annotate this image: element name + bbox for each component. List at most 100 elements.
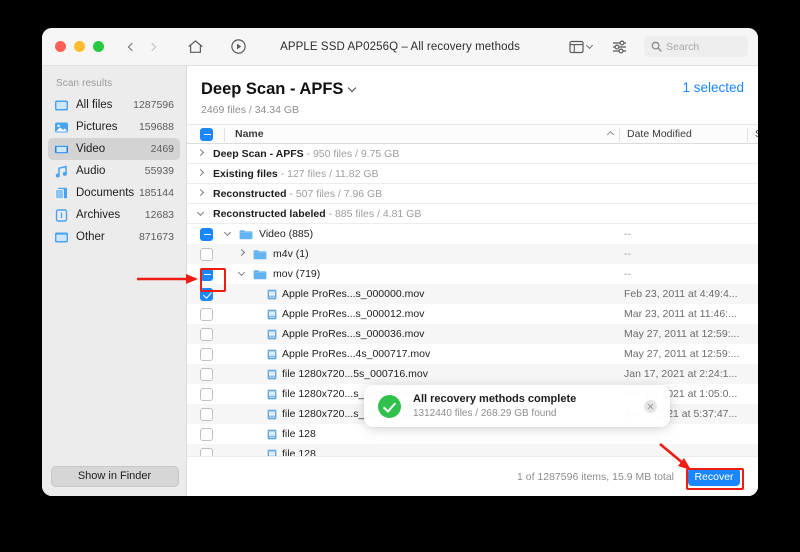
table-row[interactable]: Video (885)--4.81 GBFolder (187, 224, 758, 244)
row-name: file 1280x720...5s_000716.mov (282, 368, 428, 380)
row-checkbox[interactable] (200, 407, 213, 421)
close-window-button[interactable] (55, 41, 66, 52)
row-size: 4.81 GB (747, 228, 758, 240)
header-divider (224, 128, 225, 142)
table-row[interactable]: file 1280x720...5s_000716.mov Jan 17, 202… (187, 364, 758, 384)
folder-icon (253, 269, 267, 280)
notification-toast: All recovery methods complete 1312440 fi… (364, 385, 670, 427)
table-row[interactable]: mov (719)--860.3 MBFolder (187, 264, 758, 284)
pictures-icon (55, 122, 68, 132)
sort-indicator-icon (606, 128, 615, 140)
scan-title-row[interactable]: Deep Scan - APFS (201, 80, 758, 99)
disclosure-right-icon[interactable] (196, 188, 206, 198)
audio-icon (55, 165, 67, 177)
forward-button[interactable] (143, 37, 161, 57)
sidebar-item-count: 2469 (150, 143, 174, 155)
disclosure-right-icon[interactable] (196, 168, 206, 178)
table-row[interactable]: Apple ProRes...4s_000717.mov May 27, 2011… (187, 344, 758, 364)
column-header-name[interactable]: Name (235, 128, 264, 140)
row-checkbox[interactable] (200, 427, 213, 441)
row-date: Jan 17, 2021 at 2:24:1... (624, 368, 738, 380)
row-size: 38.8 MB (747, 348, 758, 360)
row-name: m4v (1) (273, 248, 309, 260)
row-size: 15.9 MB (747, 288, 758, 300)
sidebar-list: All files 1287596 Pictures 159688 Video 2469 A… (42, 94, 186, 248)
table-row[interactable]: m4v (1)--2.7 MBFolder (187, 244, 758, 264)
sliders-icon (613, 40, 626, 54)
row-checkbox-checked[interactable] (200, 287, 213, 301)
row-checkbox[interactable] (200, 367, 213, 381)
all-files-icon (55, 100, 68, 110)
search-box[interactable] (644, 36, 748, 57)
home-button[interactable] (187, 39, 204, 55)
row-date: -- (624, 248, 631, 260)
video-icon (55, 144, 68, 154)
file-icon (267, 349, 277, 360)
row-name: Apple ProRes...4s_000717.mov (282, 348, 431, 360)
row-checkbox-mixed[interactable] (200, 227, 213, 241)
search-input[interactable] (666, 40, 736, 53)
sidebar-item-label: Archives (76, 209, 121, 221)
sidebar-item-pictures[interactable]: Pictures 159688 (48, 116, 180, 138)
zoom-window-button[interactable] (93, 41, 104, 52)
folder-icon (239, 229, 253, 240)
column-header-date[interactable]: Date Modified (627, 128, 692, 140)
table-row[interactable]: Apple ProRes...s_000012.mov Mar 23, 2011 … (187, 304, 758, 324)
sidebar-item-label: All files (76, 99, 113, 111)
sidebar-item-documents[interactable]: Documents 185144 (48, 182, 180, 204)
filter-button[interactable] (611, 39, 628, 54)
page-title: Deep Scan - APFS (201, 80, 344, 98)
table-row[interactable]: file 1282.5 MBQuickTime movie (187, 424, 758, 444)
column-header-size[interactable]: Size (755, 128, 758, 140)
sidebar-item-archives[interactable]: Archives 12683 (48, 204, 180, 226)
row-checkbox[interactable] (200, 307, 213, 321)
table-row[interactable]: Apple ProRes...s_000036.mov May 27, 2011 … (187, 324, 758, 344)
traffic-lights (55, 41, 104, 52)
disclosure-down-icon[interactable] (237, 268, 247, 278)
selected-count-label[interactable]: 1 selected (682, 80, 744, 95)
sidebar-item-audio[interactable]: Audio 55939 (48, 160, 180, 182)
select-all-checkbox[interactable] (200, 127, 213, 141)
row-name: Apple ProRes...s_000000.mov (282, 288, 425, 300)
row-checkbox[interactable] (200, 387, 213, 401)
toast-title: All recovery methods complete (413, 393, 577, 405)
group-row[interactable]: Deep Scan - APFS - 950 files / 9.75 GB (187, 144, 758, 164)
disclosure-right-icon[interactable] (237, 248, 247, 258)
disclosure-down-icon[interactable] (223, 228, 233, 238)
row-checkbox[interactable] (200, 327, 213, 341)
sidebar-item-count: 12683 (144, 209, 174, 221)
movie-file-icon (267, 349, 277, 359)
play-button[interactable] (230, 38, 247, 55)
sidebar-item-other[interactable]: Other 871673 (48, 226, 180, 248)
sidebar-header: Scan results (56, 78, 113, 89)
minimize-window-button[interactable] (74, 41, 85, 52)
back-button[interactable] (123, 37, 141, 57)
row-name: Apple ProRes...s_000012.mov (282, 308, 425, 320)
file-icon (267, 329, 277, 340)
chevron-down-icon[interactable] (348, 83, 357, 92)
group-row[interactable]: Reconstructed - 507 files / 7.96 GB (187, 184, 758, 204)
view-options-button[interactable] (566, 38, 595, 56)
chevron-down-icon (585, 41, 594, 49)
sidebar-item-count: 871673 (138, 231, 174, 243)
group-row[interactable]: Existing files - 127 files / 11.82 GB (187, 164, 758, 184)
sidebar-item-count: 55939 (144, 165, 174, 177)
pictures-icon (54, 120, 69, 135)
disclosure-down-icon[interactable] (196, 208, 206, 218)
row-checkbox-mixed[interactable] (200, 267, 213, 281)
recover-button[interactable]: Recover (688, 467, 740, 486)
checkmark-circle-icon (378, 394, 401, 418)
movie-file-icon (267, 289, 277, 299)
row-checkbox[interactable] (200, 347, 213, 361)
table-row[interactable]: Apple ProRes...s_000000.mov Feb 23, 2011 … (187, 284, 758, 304)
file-list[interactable]: Deep Scan - APFS - 950 files / 9.75 GB Ex… (187, 144, 758, 496)
show-in-finder-button[interactable]: Show in Finder (50, 465, 179, 487)
sidebar-item-all-files[interactable]: All files 1287596 (48, 94, 180, 116)
sidebar-item-video[interactable]: Video 2469 (48, 138, 180, 160)
group-label: Deep Scan - APFS - 950 files / 9.75 GB (213, 147, 400, 160)
group-row[interactable]: Reconstructed labeled - 885 files / 4.81… (187, 204, 758, 224)
row-size: 860.3 MB (747, 268, 758, 280)
row-checkbox[interactable] (200, 247, 213, 261)
disclosure-right-icon[interactable] (196, 148, 206, 158)
close-icon[interactable] (644, 399, 657, 413)
